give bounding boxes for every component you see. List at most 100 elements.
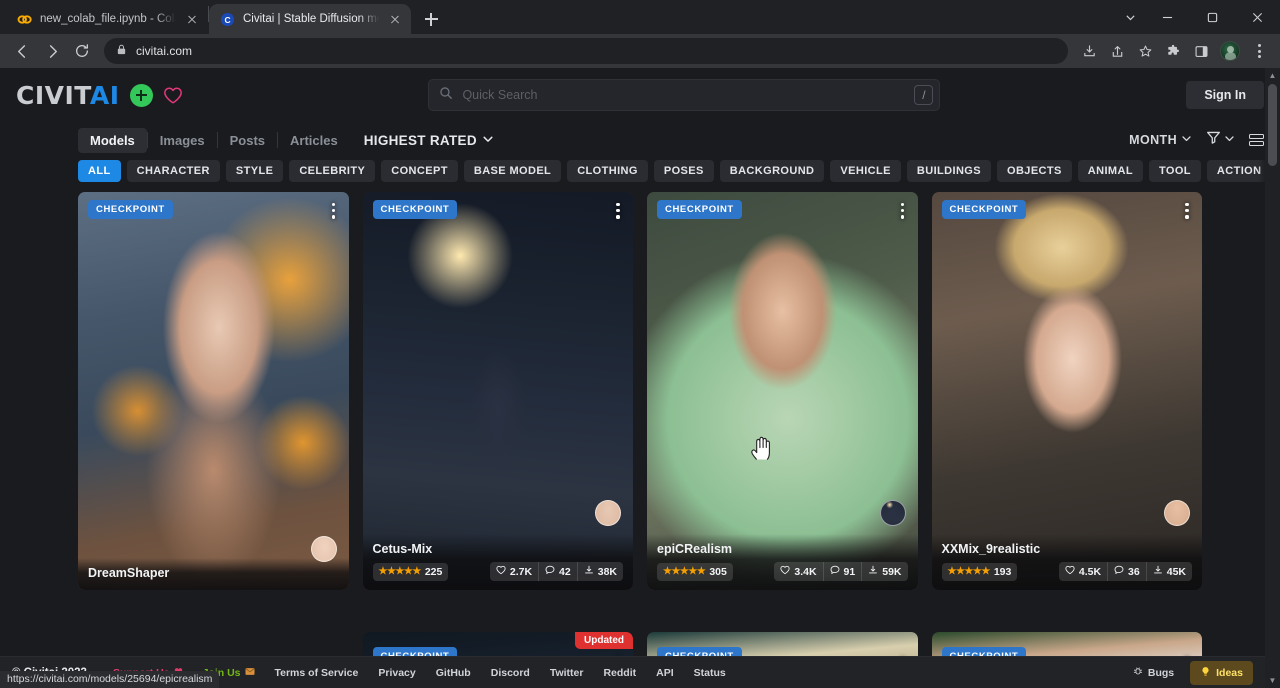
category-chip-vehicle[interactable]: VEHICLE	[830, 160, 900, 182]
model-card-title: DreamShaper	[88, 566, 339, 580]
avatar[interactable]	[880, 500, 906, 526]
scroll-up-arrow-icon[interactable]: ▲	[1265, 68, 1280, 83]
comments-stat: 42	[538, 562, 577, 581]
browser-tab-colab[interactable]: new_colab_file.ipynb - Colaborat	[6, 4, 208, 34]
kebab-menu-icon[interactable]	[1246, 38, 1272, 64]
model-card[interactable]: CHECKPOINT DreamShaper	[78, 192, 349, 590]
filter-button[interactable]	[1206, 130, 1235, 150]
tab-models[interactable]: Models	[78, 128, 147, 153]
extensions-puzzle-icon[interactable]	[1160, 38, 1186, 64]
share-icon[interactable]	[1104, 38, 1130, 64]
address-bar-url: civitai.com	[136, 44, 192, 58]
category-chip-poses[interactable]: POSES	[654, 160, 714, 182]
model-card[interactable]: CHECKPOINT epiCRealism ★★★★★ 305	[647, 192, 918, 590]
profile-avatar[interactable]	[1220, 41, 1240, 61]
model-card-grid: CHECKPOINT DreamShaper CHECKPOINT Cetus-…	[0, 192, 1280, 688]
comments-count: 42	[559, 566, 571, 578]
minimize-button[interactable]	[1145, 0, 1190, 34]
category-chip-base-model[interactable]: BASE MODEL	[464, 160, 561, 182]
category-chip-tool[interactable]: TOOL	[1149, 160, 1201, 182]
period-dropdown[interactable]: MONTH	[1129, 133, 1192, 147]
card-kebab-menu-icon[interactable]	[611, 200, 625, 222]
avatar[interactable]	[311, 536, 337, 562]
model-card-stats: ★★★★★ 305 3.4K	[657, 562, 908, 581]
category-chip-all[interactable]: ALL	[78, 160, 121, 182]
category-chip-buildings[interactable]: BUILDINGS	[907, 160, 991, 182]
model-card-image	[363, 192, 634, 590]
category-chip-background[interactable]: BACKGROUND	[720, 160, 825, 182]
card-kebab-menu-icon[interactable]	[896, 200, 910, 222]
heart-icon[interactable]	[163, 86, 183, 105]
list-layout-icon[interactable]	[1249, 134, 1264, 146]
bookmark-star-icon[interactable]	[1132, 38, 1158, 64]
model-card[interactable]: CHECKPOINT XXMix_9realistic ★★★★★ 193	[932, 192, 1203, 590]
category-chip-objects[interactable]: OBJECTS	[997, 160, 1072, 182]
search-shortcut-key: /	[914, 85, 933, 105]
footer-link-status[interactable]: Status	[684, 667, 736, 679]
reload-icon[interactable]	[68, 37, 96, 65]
install-icon[interactable]	[1076, 38, 1102, 64]
category-chip-concept[interactable]: CONCEPT	[381, 160, 458, 182]
bugs-button[interactable]: Bugs	[1125, 662, 1182, 683]
likes-count: 3.4K	[794, 566, 816, 578]
model-card-stats: ★★★★★ 193 4.5K	[942, 562, 1193, 581]
footer-link-privacy[interactable]: Privacy	[368, 667, 425, 679]
model-card[interactable]: CHECKPOINT Cetus-Mix ★★★★★ 225	[363, 192, 634, 590]
status-badge: CHECKPOINT	[373, 200, 458, 219]
maximize-button[interactable]	[1190, 0, 1235, 34]
new-tab-button[interactable]	[417, 5, 445, 33]
tab-search-chevron-icon[interactable]	[1115, 0, 1145, 34]
model-card-footer: Cetus-Mix ★★★★★ 225 2.7K	[363, 534, 634, 590]
sign-in-button[interactable]: Sign In	[1186, 81, 1264, 109]
category-chip-style[interactable]: STYLE	[226, 160, 283, 182]
page-scrollbar[interactable]: ▲ ▼	[1265, 68, 1280, 688]
ideas-button[interactable]: Ideas	[1190, 661, 1253, 685]
engagement-pill-group: 2.7K 42	[490, 562, 623, 581]
downloads-stat: 59K	[861, 562, 907, 581]
downloads-count: 38K	[598, 566, 617, 578]
footer-link-terms[interactable]: Terms of Service	[265, 667, 369, 679]
close-icon[interactable]	[387, 11, 403, 27]
avatar[interactable]	[595, 500, 621, 526]
status-badge: CHECKPOINT	[657, 200, 742, 219]
address-bar[interactable]: civitai.com	[104, 38, 1068, 64]
model-card-title: Cetus-Mix	[373, 542, 624, 556]
footer-link-api[interactable]: API	[646, 667, 684, 679]
category-chip-clothing[interactable]: CLOTHING	[567, 160, 648, 182]
card-kebab-menu-icon[interactable]	[1180, 200, 1194, 222]
sort-dropdown[interactable]: HIGHEST RATED	[364, 133, 494, 148]
back-arrow-icon[interactable]	[8, 37, 36, 65]
card-kebab-menu-icon[interactable]	[327, 200, 341, 222]
create-plus-button[interactable]	[130, 84, 153, 107]
footer-link-discord[interactable]: Discord	[481, 667, 540, 679]
category-chip-animal[interactable]: ANIMAL	[1078, 160, 1143, 182]
tab-articles[interactable]: Articles	[278, 128, 350, 153]
search-input[interactable]: Quick Search /	[428, 79, 940, 111]
forward-arrow-icon[interactable]	[38, 37, 66, 65]
chevron-down-icon	[1224, 131, 1235, 149]
tab-posts[interactable]: Posts	[218, 128, 277, 153]
comments-stat: 36	[1107, 562, 1146, 581]
close-icon[interactable]	[184, 11, 200, 27]
footer-link-github[interactable]: GitHub	[426, 667, 481, 679]
scrollbar-thumb[interactable]	[1268, 84, 1277, 166]
close-window-button[interactable]	[1235, 0, 1280, 34]
footer-link-twitter[interactable]: Twitter	[540, 667, 594, 679]
footer-link-reddit[interactable]: Reddit	[593, 667, 646, 679]
avatar[interactable]	[1164, 500, 1190, 526]
site-logo[interactable]: CIVITAI	[16, 81, 183, 110]
rating-count: 225	[425, 566, 443, 578]
downloads-count: 59K	[882, 566, 901, 578]
category-chip-celebrity[interactable]: CELEBRITY	[289, 160, 375, 182]
category-chip-character[interactable]: CHARACTER	[127, 160, 220, 182]
tab-images[interactable]: Images	[148, 128, 217, 153]
sort-dropdown-label: HIGHEST RATED	[364, 133, 477, 148]
likes-count: 2.7K	[510, 566, 532, 578]
model-card-stats: ★★★★★ 225 2.7K	[373, 562, 624, 581]
content-tabs: Models Images Posts Articles	[78, 128, 350, 153]
scroll-down-arrow-icon[interactable]: ▼	[1265, 673, 1280, 688]
heart-icon	[1065, 565, 1075, 578]
browser-tab-civitai[interactable]: C Civitai | Stable Diffusion models,	[209, 4, 411, 34]
model-card-image	[647, 192, 918, 590]
side-panel-icon[interactable]	[1188, 38, 1214, 64]
